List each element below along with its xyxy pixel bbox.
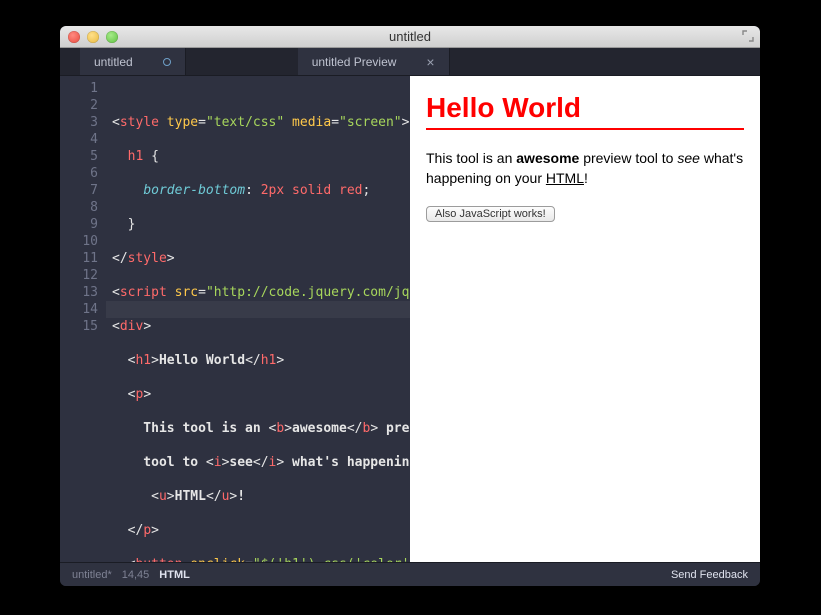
preview-heading: Hello World bbox=[426, 92, 744, 130]
code-editor[interactable]: 1 2 3 4 5 6 7 8 9 10 11 12 13 14 15 <sty… bbox=[60, 76, 410, 562]
titlebar[interactable]: untitled bbox=[60, 26, 760, 48]
traffic-lights bbox=[68, 31, 118, 43]
tab-spacer-right bbox=[450, 48, 760, 75]
status-language[interactable]: HTML bbox=[159, 569, 190, 581]
tab-spacer bbox=[186, 48, 298, 75]
status-bar: untitled* 14,45 HTML Send Feedback bbox=[60, 562, 760, 586]
preview-paragraph: This tool is an awesome preview tool to … bbox=[426, 148, 744, 189]
tab-preview[interactable]: untitled Preview × bbox=[298, 48, 450, 75]
minimize-window-button[interactable] bbox=[87, 31, 99, 43]
send-feedback-link[interactable]: Send Feedback bbox=[671, 569, 748, 581]
zoom-window-button[interactable] bbox=[106, 31, 118, 43]
close-window-button[interactable] bbox=[68, 31, 80, 43]
tab-editor[interactable]: untitled bbox=[80, 48, 186, 75]
tab-gutter bbox=[60, 48, 80, 75]
code-area[interactable]: <style type="text/css" media="screen"> h… bbox=[106, 76, 410, 562]
tab-preview-label: untitled Preview bbox=[312, 55, 397, 69]
close-tab-icon[interactable]: × bbox=[426, 55, 434, 69]
current-line-highlight bbox=[106, 301, 410, 318]
line-number-gutter: 1 2 3 4 5 6 7 8 9 10 11 12 13 14 15 bbox=[60, 76, 106, 562]
content-area: 1 2 3 4 5 6 7 8 9 10 11 12 13 14 15 <sty… bbox=[60, 76, 760, 562]
window-title: untitled bbox=[60, 29, 760, 44]
fullscreen-icon[interactable] bbox=[742, 30, 754, 42]
tab-editor-label: untitled bbox=[94, 55, 133, 69]
dirty-indicator-icon bbox=[163, 58, 171, 66]
app-window: untitled untitled untitled Preview × 1 2… bbox=[60, 26, 760, 586]
tab-bar: untitled untitled Preview × bbox=[60, 48, 760, 76]
preview-js-button[interactable]: Also JavaScript works! bbox=[426, 206, 555, 222]
status-filename: untitled* bbox=[72, 569, 112, 581]
status-cursor-position: 14,45 bbox=[122, 569, 150, 581]
preview-pane: Hello World This tool is an awesome prev… bbox=[410, 76, 760, 562]
